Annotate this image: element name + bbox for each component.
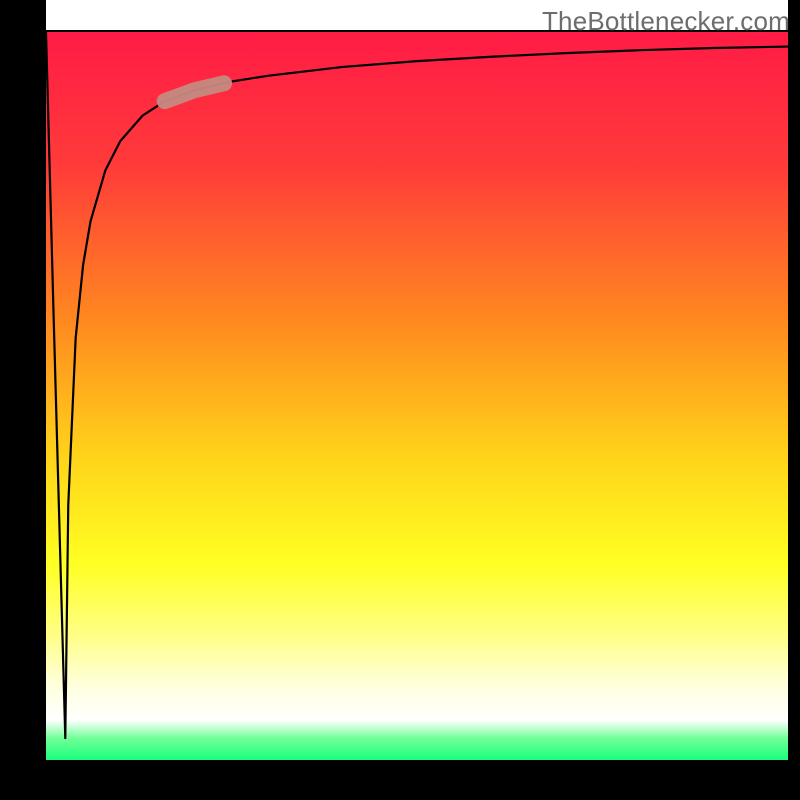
y-axis (0, 0, 46, 800)
bottleneck-chart (0, 0, 800, 800)
x-axis (0, 760, 800, 800)
right-border (788, 0, 800, 800)
plot-background (46, 32, 788, 760)
chart-container: TheBottlenecker.com (0, 0, 800, 800)
watermark-text: TheBottlenecker.com (542, 6, 790, 37)
